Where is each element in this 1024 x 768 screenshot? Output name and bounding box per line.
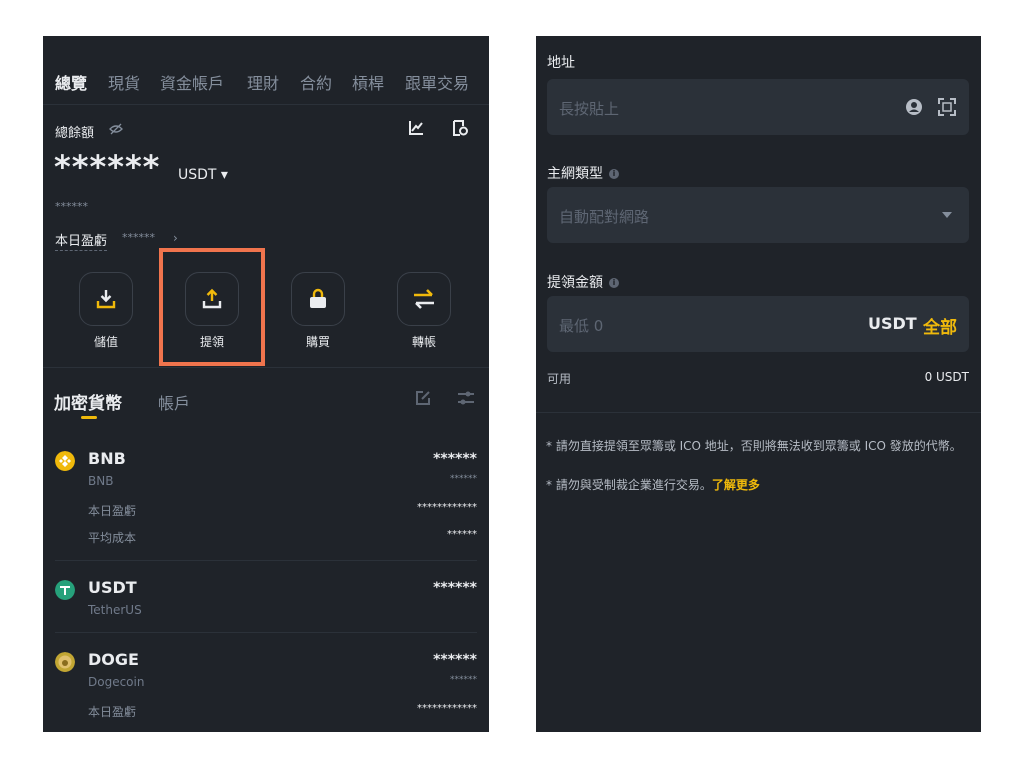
- section-divider: [536, 412, 981, 413]
- deposit-icon: [96, 290, 116, 309]
- chart-icon[interactable]: [408, 120, 424, 136]
- coin-balance: ******: [433, 451, 477, 467]
- amount-input[interactable]: 最低 0 USDT 全部: [547, 296, 969, 352]
- coin-balance-sub: ******: [450, 474, 477, 484]
- balance-currency-select[interactable]: USDT ▾: [178, 167, 228, 183]
- deposit-label: 儲值: [93, 335, 118, 349]
- eye-hidden-icon[interactable]: [109, 123, 123, 135]
- coin-balance-sub: ******: [450, 675, 477, 685]
- deposit-button[interactable]: [79, 272, 133, 326]
- tab-funding[interactable]: 資金帳戶: [160, 70, 224, 94]
- tab-spot[interactable]: 現貨: [108, 70, 140, 94]
- withdraw-form-panel: 地址 長按貼上 主網類型 i 自動配對網路 提領金額 i 最低 0 USDT 全部 …: [536, 36, 981, 732]
- coin-symbol: USDT: [88, 578, 137, 597]
- coin-avg-cost-label: 平均成本: [88, 531, 137, 545]
- tab-margin[interactable]: 槓桿: [352, 70, 384, 94]
- coin-avg-cost-value: ******: [447, 529, 477, 540]
- coin-pnl-value: ************: [417, 502, 477, 513]
- coin-pnl-label: 本日盈虧: [88, 504, 137, 518]
- scan-qr-icon[interactable]: [938, 98, 956, 116]
- address-label: 地址: [547, 55, 575, 71]
- coin-name: TetherUS: [88, 603, 142, 617]
- masked-balance: ******: [54, 148, 161, 186]
- buy-label: 購買: [305, 335, 330, 349]
- active-tab-indicator: [81, 416, 97, 419]
- available-label: 可用: [547, 372, 572, 386]
- network-placeholder: 自動配對網路: [559, 208, 650, 226]
- buy-button[interactable]: [291, 272, 345, 326]
- network-select[interactable]: 自動配對網路: [547, 187, 969, 243]
- wallet-top-nav: 總覽 現貨 資金帳戶 理財 合約 槓桿 跟單交易: [43, 36, 489, 105]
- address-input[interactable]: 長按貼上: [547, 79, 969, 135]
- coin-pnl-label: 本日盈虧: [88, 705, 137, 719]
- tab-earn[interactable]: 理財: [247, 70, 279, 94]
- bnb-logo-icon: [55, 451, 75, 471]
- info-icon[interactable]: i: [609, 278, 619, 288]
- row-divider: [55, 560, 477, 561]
- row-divider: [55, 632, 477, 633]
- coin-balance: ******: [433, 652, 477, 668]
- caret-down-icon: [942, 212, 952, 218]
- coin-name: BNB: [88, 474, 114, 488]
- doge-logo-icon: [55, 652, 75, 672]
- shopping-bag-icon: [310, 288, 326, 308]
- edit-icon[interactable]: [415, 390, 431, 406]
- coin-symbol: DOGE: [88, 650, 139, 669]
- learn-more-link[interactable]: 了解更多: [712, 478, 760, 492]
- chevron-right-icon[interactable]: ›: [173, 231, 178, 245]
- coin-symbol: BNB: [88, 449, 126, 468]
- coin-name: Dogecoin: [88, 675, 145, 689]
- withdraw-highlight-box: [159, 248, 265, 366]
- tab-futures[interactable]: 合約: [300, 70, 332, 94]
- available-value: 0 USDT: [924, 370, 969, 384]
- tab-account[interactable]: 帳戶: [158, 390, 190, 414]
- ico-warning-note: * 請勿直接提領至眾籌或 ICO 地址，否則將無法收到眾籌或 ICO 發放的代幣…: [546, 439, 962, 453]
- section-divider: [43, 367, 489, 368]
- info-icon[interactable]: i: [609, 169, 619, 179]
- sanction-warning-note: * 請勿與受制裁企業進行交易。了解更多: [546, 478, 760, 492]
- address-placeholder: 長按貼上: [559, 100, 620, 118]
- total-balance-label: 總餘額: [55, 126, 95, 141]
- masked-balance-sub: ******: [55, 200, 88, 213]
- transfer-button[interactable]: [397, 272, 451, 326]
- today-pnl-value: ******: [122, 231, 155, 244]
- tab-crypto[interactable]: 加密貨幣: [54, 389, 122, 414]
- filter-sliders-icon[interactable]: [457, 390, 475, 406]
- address-book-icon[interactable]: [905, 98, 923, 116]
- amount-label: 提領金額 i: [547, 272, 619, 292]
- tab-copy-trading[interactable]: 跟單交易: [405, 70, 469, 94]
- max-amount-button[interactable]: 全部: [923, 313, 957, 338]
- history-icon[interactable]: [452, 120, 468, 136]
- coin-pnl-value: ************: [417, 703, 477, 714]
- transfer-arrows-icon: [414, 289, 434, 309]
- tab-overview[interactable]: 總覽: [55, 70, 87, 94]
- amount-currency: USDT: [868, 314, 917, 333]
- wallet-overview-panel: 總覽 現貨 資金帳戶 理財 合約 槓桿 跟單交易 總餘額 ****** USDT…: [43, 36, 489, 732]
- network-label: 主網類型 i: [547, 163, 619, 183]
- usdt-logo-icon: [55, 580, 75, 600]
- today-pnl-label[interactable]: 本日盈虧: [55, 230, 108, 251]
- transfer-label: 轉帳: [411, 335, 436, 349]
- coin-balance: ******: [433, 580, 477, 596]
- amount-placeholder: 最低 0: [559, 317, 604, 335]
